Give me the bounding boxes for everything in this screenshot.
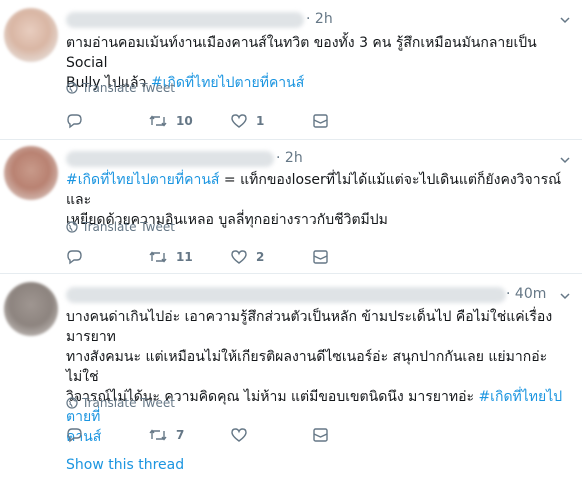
tweet-timestamp[interactable]: · 2h (306, 11, 333, 27)
dm-button[interactable] (312, 113, 394, 129)
hashtag-link[interactable]: #เกิดที่ไทยไปตายที่คานส์ (66, 172, 219, 188)
reply-icon (67, 428, 82, 443)
reply-button[interactable] (66, 113, 148, 129)
like-icon (231, 114, 247, 128)
chevron-down-icon[interactable] (560, 155, 570, 165)
translate-tweet-link[interactable]: Translate Tweet (66, 81, 175, 95)
dm-button[interactable] (312, 427, 394, 443)
globe-icon (66, 397, 78, 409)
retweet-icon (149, 115, 167, 127)
blurred-author-name (66, 151, 274, 167)
tweet-actions: 10 1 (66, 113, 394, 129)
dm-icon (313, 428, 328, 442)
dm-icon (313, 250, 328, 264)
chevron-down-icon[interactable] (560, 15, 570, 25)
like-count: 2 (256, 250, 265, 264)
tweet-actions: 11 2 (66, 249, 394, 265)
dm-icon (313, 114, 328, 128)
retweet-button[interactable]: 11 (148, 249, 230, 265)
retweet-icon (149, 429, 167, 441)
reply-button[interactable] (66, 427, 148, 443)
avatar[interactable] (4, 146, 58, 200)
globe-icon (66, 221, 78, 233)
like-count: 1 (256, 114, 265, 128)
avatar[interactable] (4, 282, 58, 336)
chevron-down-icon[interactable] (560, 291, 570, 301)
like-icon (231, 250, 247, 264)
tweet-text: บางคนด่าเกินไปอ่ะ เอาความรู้สึกส่วนตัวเป… (66, 309, 563, 445)
tweet-2[interactable]: · 2h #เกิดที่ไทยไปตายที่คานส์ = แท็กของl… (0, 140, 582, 274)
retweet-count: 7 (176, 428, 185, 442)
retweet-count: 10 (176, 114, 193, 128)
translate-tweet-link[interactable]: Translate Tweet (66, 396, 175, 410)
blurred-author-name (66, 287, 506, 303)
like-button[interactable]: 1 (230, 113, 312, 129)
retweet-count: 11 (176, 250, 193, 264)
avatar[interactable] (4, 8, 58, 62)
reply-icon (67, 114, 82, 129)
tweet-timestamp[interactable]: · 40m (506, 286, 546, 302)
show-thread-link[interactable]: Show this thread (66, 457, 184, 473)
retweet-button[interactable]: 10 (148, 113, 230, 129)
tweet-actions: 7 (66, 427, 394, 443)
retweet-button[interactable]: 7 (148, 427, 230, 443)
like-icon (231, 428, 247, 442)
blurred-author-name (66, 12, 304, 28)
reply-button[interactable] (66, 249, 148, 265)
retweet-icon (149, 251, 167, 263)
translate-tweet-link[interactable]: Translate Tweet (66, 220, 175, 234)
reply-icon (67, 250, 82, 265)
dm-button[interactable] (312, 249, 394, 265)
tweet-timestamp[interactable]: · 2h (276, 150, 303, 166)
like-button[interactable]: 2 (230, 249, 312, 265)
like-button[interactable] (230, 427, 312, 443)
tweet-3[interactable]: · 40m บางคนด่าเกินไปอ่ะ เอาความรู้สึกส่ว… (0, 274, 582, 483)
globe-icon (66, 82, 78, 94)
tweet-1[interactable]: · 2h ตามอ่านคอมเม้นท์งานเมืองคานส์ในทวิต… (0, 0, 582, 140)
